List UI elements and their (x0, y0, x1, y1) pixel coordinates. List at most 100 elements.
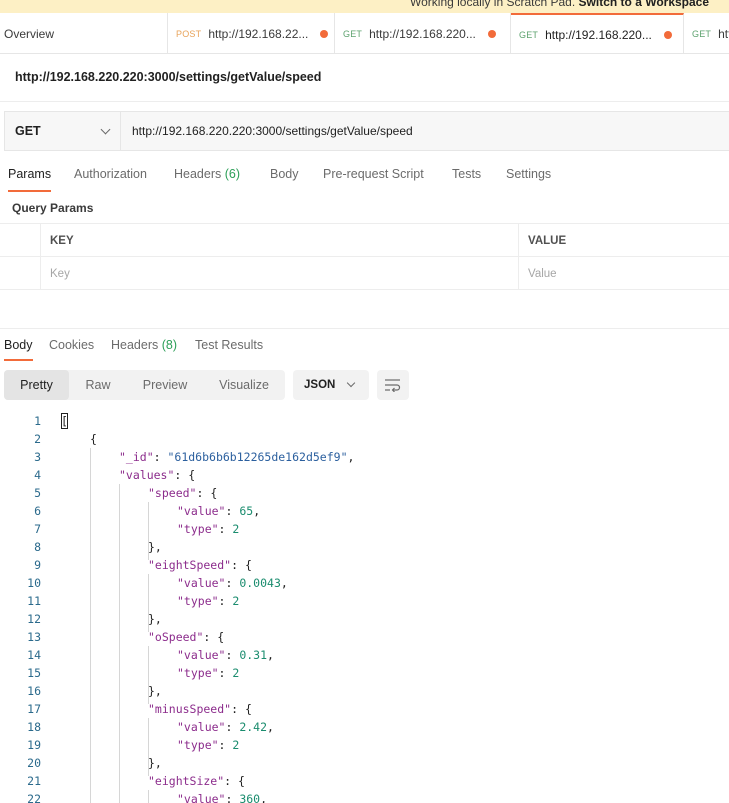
line-number: 8 (34, 540, 41, 554)
json-punct: : { (231, 702, 252, 716)
json-punct: , (260, 792, 268, 803)
code-text: "value": 0.0043, (177, 574, 288, 592)
code-line: 21 "eightSize": { (0, 772, 729, 790)
json-number: 0.31 (239, 648, 268, 662)
line-number: 3 (34, 450, 41, 464)
json-punct: }, (148, 684, 162, 698)
json-punct: : { (203, 630, 225, 644)
tab-cookies[interactable]: Cookies (49, 335, 94, 361)
json-punct: , (253, 504, 261, 518)
unsaved-dot-icon (320, 29, 329, 38)
json-punct: , (267, 720, 274, 734)
json-key: "type" (177, 738, 219, 752)
key-input[interactable]: Key (40, 257, 518, 290)
code-line: 16}, (0, 682, 729, 700)
tab-response-headers[interactable]: Headers (8) (111, 335, 177, 361)
tab-headers[interactable]: Headers (6) (174, 162, 240, 192)
tab-tests[interactable]: Tests (452, 162, 481, 192)
json-number: 2.42 (239, 720, 268, 734)
code-text: }, (148, 682, 162, 700)
line-number: 2 (34, 432, 41, 446)
json-key: "minusSpeed" (148, 702, 232, 716)
json-string: "61d6b6b6b12265de162d5ef9" (167, 450, 348, 464)
json-key: "oSpeed" (148, 630, 204, 644)
tab-label: Params (8, 167, 52, 181)
json-punct: : (225, 576, 240, 590)
switch-workspace-link[interactable]: Switch to a Workspace (579, 0, 709, 9)
json-key: "_id" (119, 450, 154, 464)
key-column-header: KEY (40, 224, 518, 257)
value-input[interactable]: Value (518, 257, 729, 290)
tab-test-results[interactable]: Test Results (195, 335, 263, 361)
json-punct: : { (196, 486, 218, 500)
code-line: 4 "values": { (0, 466, 729, 484)
line-number: 5 (34, 486, 41, 500)
wrap-lines-button[interactable] (377, 370, 409, 400)
method-badge: POST (176, 28, 202, 39)
code-line: 15 "type": 2 (0, 664, 729, 682)
json-punct: : (218, 594, 233, 608)
line-number: 7 (34, 522, 41, 536)
code-line: 18 "value": 2.42, (0, 718, 729, 736)
method-badge: GET (692, 28, 712, 39)
tab-request-get-2[interactable]: GET htt (684, 13, 729, 53)
json-key: "speed" (148, 486, 197, 500)
response-body-viewer[interactable]: 1[2{3 "_id": "61d6b6b6b12265de162d5ef9", 4… (0, 411, 729, 803)
url-input[interactable]: http://192.168.220.220:3000/settings/get… (121, 112, 729, 150)
tab-label: Tests (452, 167, 482, 181)
json-key: "eightSpeed" (148, 558, 232, 572)
tab-label: Cookies (49, 338, 95, 352)
divider (0, 101, 729, 102)
json-key: "values" (119, 468, 175, 482)
headers-count: (8) (161, 338, 178, 352)
json-key: "type" (177, 522, 219, 536)
format-raw-button[interactable]: Raw (69, 370, 127, 400)
tab-overview[interactable]: Overview (0, 13, 168, 53)
indent-guide (90, 448, 91, 803)
indent-guide (148, 574, 149, 632)
format-pretty-button[interactable]: Pretty (4, 370, 69, 400)
code-text: }, (148, 610, 162, 628)
tab-label: Pre-request Script (323, 167, 424, 181)
tab-settings[interactable]: Settings (506, 162, 551, 192)
code-line: 14 "value": 0.31, (0, 646, 729, 664)
json-punct: : { (174, 468, 196, 482)
format-preview-button[interactable]: Preview (127, 370, 203, 400)
method-select[interactable]: GET (5, 112, 121, 150)
tab-params[interactable]: Params (8, 162, 52, 192)
format-visualize-button[interactable]: Visualize (203, 370, 285, 400)
tab-body[interactable]: Body (270, 162, 299, 192)
language-select[interactable]: JSON (293, 370, 369, 400)
text-cursor (61, 413, 68, 429)
code-line: 22 "value": 360, (0, 790, 729, 803)
tab-authorization[interactable]: Authorization (74, 162, 147, 192)
tab-request-post[interactable]: POST http://192.168.22... (168, 13, 335, 53)
code-line: 3 "_id": "61d6b6b6b12265de162d5ef9", (0, 448, 729, 466)
tab-label: Body (270, 167, 299, 181)
request-title[interactable]: http://192.168.220.220:3000/settings/get… (15, 70, 321, 84)
unsaved-dot-icon (663, 30, 672, 39)
tab-label: Test Results (195, 338, 264, 352)
json-number: 2 (232, 738, 240, 752)
line-number: 20 (27, 756, 41, 770)
code-text: }, (148, 754, 162, 772)
tab-response-body[interactable]: Body (4, 335, 33, 361)
tab-request-get-1[interactable]: GET http://192.168.220... (335, 13, 511, 53)
code-line: 11 "type": 2 (0, 592, 729, 610)
tab-label: Body (4, 338, 33, 352)
json-punct: : { (224, 774, 245, 788)
code-text: "value": 360, (177, 790, 267, 803)
code-text: "values": { (119, 466, 195, 484)
line-number: 10 (27, 576, 41, 590)
url-bar: GET http://192.168.220.220:3000/settings… (4, 111, 729, 151)
wrap-lines-icon (385, 379, 401, 392)
workspace-banner: Working locally in Scratch Pad. Switch t… (0, 0, 729, 13)
json-punct: , (347, 450, 355, 464)
tab-pre-request-script[interactable]: Pre-request Script (323, 162, 424, 192)
json-number: 2 (232, 594, 240, 608)
json-number: 0.0043 (239, 576, 281, 590)
format-toggle-group: Pretty Raw Preview Visualize (4, 370, 285, 400)
unsaved-dot-icon (487, 29, 496, 38)
table-row: Key Value (0, 257, 729, 290)
tab-request-get-active[interactable]: GET http://192.168.220... (511, 13, 684, 53)
